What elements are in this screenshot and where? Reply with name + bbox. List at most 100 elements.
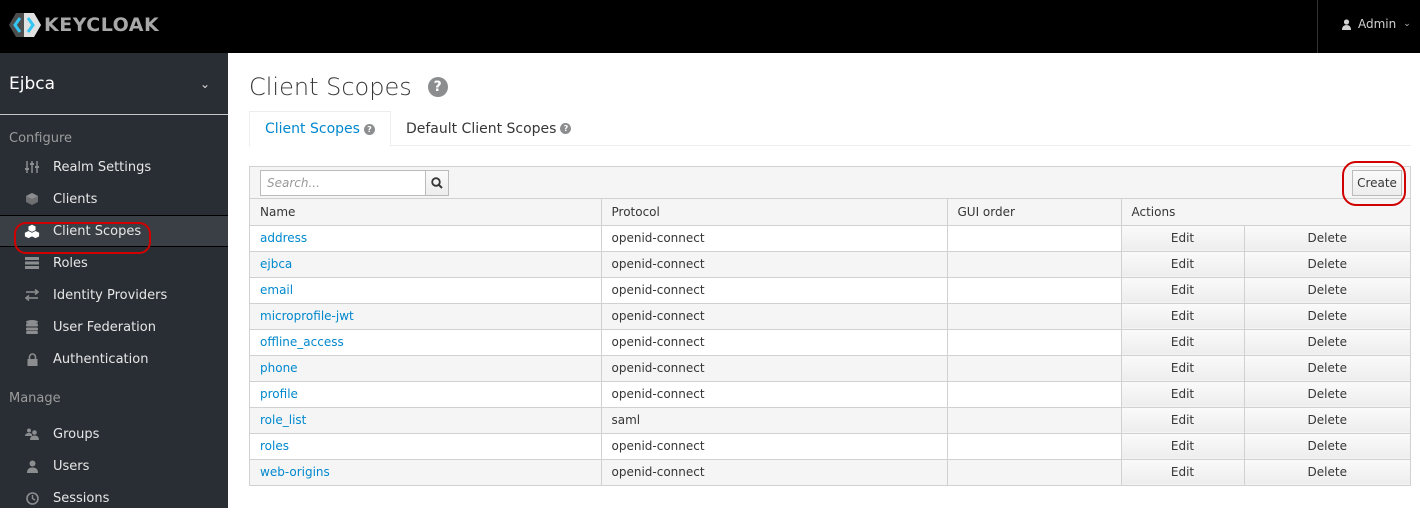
cell-name: profile: [250, 381, 602, 408]
cell-protocol: openid-connect: [601, 251, 948, 278]
tab-label: Client Scopes: [265, 121, 360, 137]
table-row: ejbca openid-connect Edit Delete: [250, 251, 1410, 278]
realm-name: Ejbca: [9, 73, 56, 94]
sidebar-item-label: Authentication: [53, 351, 149, 367]
brand-name: KEYCLOAK: [44, 14, 160, 36]
cell-protocol: openid-connect: [601, 329, 948, 356]
cell-protocol: saml: [601, 407, 948, 434]
sidebar-item-authentication[interactable]: Authentication: [0, 343, 228, 375]
create-button[interactable]: Create: [1352, 170, 1402, 196]
edit-button[interactable]: Edit: [1121, 329, 1245, 356]
cell-name: address: [250, 225, 602, 252]
edit-button[interactable]: Edit: [1121, 381, 1245, 408]
client-scope-link[interactable]: offline_access: [260, 335, 344, 349]
client-scope-link[interactable]: role_list: [260, 413, 306, 427]
delete-button[interactable]: Delete: [1244, 355, 1410, 382]
cell-gui-order: [947, 355, 1122, 382]
cell-name: ejbca: [250, 251, 602, 278]
column-header-protocol[interactable]: Protocol: [601, 199, 948, 226]
top-navbar: KEYCLOAK Admin ⌄: [0, 0, 1420, 53]
delete-button[interactable]: Delete: [1244, 433, 1410, 460]
help-icon[interactable]: ?: [427, 77, 448, 97]
client-scope-link[interactable]: address: [260, 231, 307, 245]
cubes-icon: [24, 223, 40, 239]
delete-button[interactable]: Delete: [1244, 407, 1410, 434]
search-icon: [431, 177, 443, 189]
user-icon: [1342, 18, 1351, 30]
cell-gui-order: [947, 225, 1122, 252]
edit-button[interactable]: Edit: [1121, 433, 1245, 460]
help-icon[interactable]: ?: [363, 123, 375, 135]
tab-client-scopes[interactable]: Client Scopes ?: [249, 111, 391, 147]
help-icon[interactable]: ?: [560, 123, 572, 134]
cell-gui-order: [947, 329, 1122, 356]
user-menu[interactable]: Admin ⌄: [1342, 17, 1411, 31]
tab-default-client-scopes[interactable]: Default Client Scopes ?: [391, 111, 587, 146]
sidebar-item-label: Users: [53, 458, 90, 474]
cell-protocol: openid-connect: [601, 433, 948, 460]
sidebar-item-label: Roles: [53, 255, 88, 271]
table-row: profile openid-connect Edit Delete: [250, 381, 1410, 408]
section-configure: Configure: [9, 131, 73, 146]
sidebar-item-label: Sessions: [53, 490, 110, 506]
column-header-name[interactable]: Name: [250, 199, 602, 226]
exchange-icon: [24, 287, 40, 303]
search-input[interactable]: Search...: [260, 170, 426, 196]
sidebar-item-identity-providers[interactable]: Identity Providers: [0, 279, 228, 311]
sidebar-item-client-scopes[interactable]: Client Scopes: [0, 215, 228, 247]
edit-button[interactable]: Edit: [1121, 277, 1245, 304]
column-header-gui-order[interactable]: GUI order: [947, 199, 1122, 226]
delete-button[interactable]: Delete: [1244, 329, 1410, 356]
client-scope-link[interactable]: roles: [260, 439, 289, 453]
keycloak-logo[interactable]: KEYCLOAK: [8, 12, 159, 38]
search-button[interactable]: [425, 170, 449, 196]
delete-button[interactable]: Delete: [1244, 251, 1410, 278]
sidebar: Ejbca ⌄ Configure Realm Settings Clients…: [0, 53, 228, 508]
cell-protocol: openid-connect: [601, 355, 948, 382]
cell-gui-order: [947, 433, 1122, 460]
client-scope-link[interactable]: web-origins: [260, 465, 330, 479]
sidebar-item-label: Clients: [53, 191, 98, 207]
edit-button[interactable]: Edit: [1121, 225, 1245, 252]
client-scope-link[interactable]: email: [260, 283, 293, 297]
delete-button[interactable]: Delete: [1244, 225, 1410, 252]
keycloak-logo-icon: [9, 13, 41, 37]
user-name: Admin: [1358, 17, 1397, 31]
sidebar-item-label: Realm Settings: [53, 159, 152, 175]
cell-protocol: openid-connect: [601, 459, 948, 485]
sidebar-item-sessions[interactable]: Sessions: [0, 482, 228, 514]
delete-button[interactable]: Delete: [1244, 381, 1410, 408]
cell-gui-order: [947, 381, 1122, 408]
edit-button[interactable]: Edit: [1121, 355, 1245, 382]
sidebar-item-users[interactable]: Users: [0, 450, 228, 482]
cell-name: roles: [250, 433, 602, 460]
client-scope-link[interactable]: phone: [260, 361, 298, 375]
edit-button[interactable]: Edit: [1121, 459, 1245, 485]
database-icon: [24, 319, 40, 335]
edit-button[interactable]: Edit: [1121, 407, 1245, 434]
user-icon: [24, 458, 40, 474]
sidebar-item-label: Identity Providers: [53, 287, 168, 303]
edit-button[interactable]: Edit: [1121, 251, 1245, 278]
sidebar-item-groups[interactable]: Groups: [0, 418, 228, 450]
sidebar-item-clients[interactable]: Clients: [0, 183, 228, 215]
sidebar-item-roles[interactable]: Roles: [0, 247, 228, 279]
delete-button[interactable]: Delete: [1244, 303, 1410, 330]
sidebar-item-label: Groups: [53, 426, 100, 442]
sidebar-item-realm-settings[interactable]: Realm Settings: [0, 151, 228, 183]
cell-protocol: openid-connect: [601, 303, 948, 330]
client-scope-link[interactable]: ejbca: [260, 257, 292, 271]
delete-button[interactable]: Delete: [1244, 277, 1410, 304]
edit-button[interactable]: Edit: [1121, 303, 1245, 330]
cell-protocol: openid-connect: [601, 277, 948, 304]
realm-selector[interactable]: Ejbca ⌄: [0, 53, 228, 115]
cell-gui-order: [947, 303, 1122, 330]
chevron-down-icon: ⌄: [1403, 19, 1411, 29]
cell-name: role_list: [250, 407, 602, 434]
cell-gui-order: [947, 407, 1122, 434]
delete-button[interactable]: Delete: [1244, 459, 1410, 485]
section-manage: Manage: [9, 391, 61, 406]
client-scope-link[interactable]: profile: [260, 387, 298, 401]
client-scope-link[interactable]: microprofile-jwt: [260, 309, 354, 323]
sidebar-item-user-federation[interactable]: User Federation: [0, 311, 228, 343]
